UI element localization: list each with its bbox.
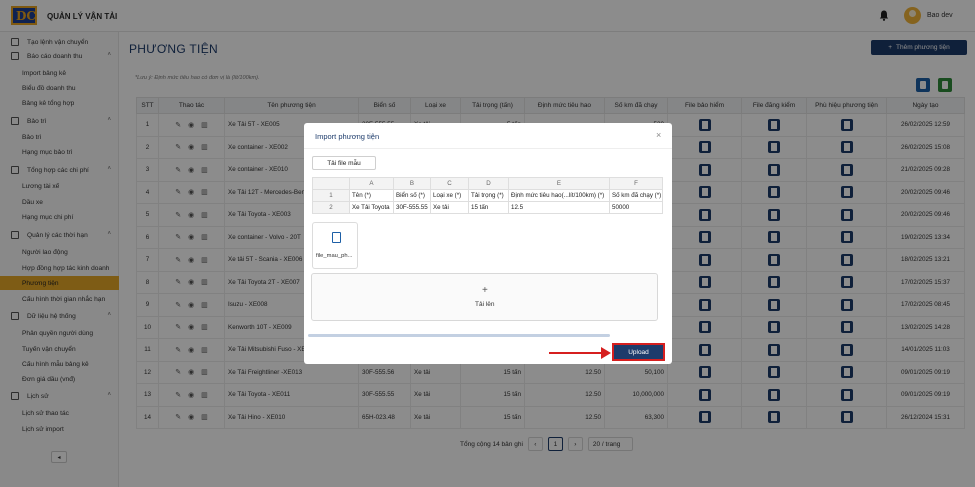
sheet-cell: Xe Tải Toyota xyxy=(349,201,394,214)
plus-icon: + xyxy=(482,285,488,296)
template-file-name: file_mau_ph... xyxy=(316,253,353,259)
template-file-card[interactable]: file_mau_ph... xyxy=(312,222,358,269)
modal-title: Import phương tiện xyxy=(315,132,380,141)
upload-dropzone[interactable]: + Tải lên xyxy=(311,273,658,321)
sheet-cell: 50000 xyxy=(609,201,663,214)
sheet-cell: Định mức tiêu hao(...lít/100km) (*) xyxy=(508,189,610,202)
file-icon xyxy=(332,232,341,243)
dropzone-label: Tải lên xyxy=(475,301,495,308)
upload-button[interactable]: Upload xyxy=(612,343,665,361)
sheet-column-letters: ABCDEF xyxy=(312,177,663,190)
sheet-col-letter: B xyxy=(393,177,431,190)
sheet-cell: Xe tải xyxy=(430,201,469,214)
sheet-cell: 30F-555.55 xyxy=(393,201,431,214)
sheet-cell: Số km đã chạy (*) xyxy=(609,189,663,202)
import-vehicle-modal: Import phương tiện × Tải file mẫu ABCDEF… xyxy=(304,123,672,364)
annotation-arrow-head xyxy=(601,347,611,359)
sheet-row: 1 Tên (*) Biển số (*) Loại xe (*) Tải trọng … xyxy=(312,189,663,202)
sheet-col-letter: F xyxy=(609,177,663,190)
template-preview-sheet: A B C D E F 1 Tên (*) Biển số (*) Loại xe (*) Tải … xyxy=(312,177,663,214)
download-template-button[interactable]: Tải file mẫu xyxy=(312,156,376,170)
sheet-col-letter xyxy=(312,177,350,190)
annotation-arrow xyxy=(549,352,604,354)
sheet-row-number: 1 xyxy=(312,189,350,202)
upload-progress-fill xyxy=(308,334,610,337)
close-icon[interactable]: × xyxy=(656,130,661,140)
sheet-col-letter: D xyxy=(468,177,509,190)
sheet-col-letter: C xyxy=(430,177,469,190)
sheet-cell: Loại xe (*) xyxy=(430,189,469,202)
sheet-row-number: 2 xyxy=(312,201,350,214)
sheet-cell: Tên (*) xyxy=(349,189,394,202)
sheet-cell: Tải trọng (*) xyxy=(468,189,509,202)
sheet-col-letter: E xyxy=(508,177,610,190)
sheet-col-letter: A xyxy=(349,177,394,190)
sheet-cell: 15 tấn xyxy=(468,201,509,214)
sheet-row: 2 Xe Tải Toyota 30F-555.55 Xe tải 15 tấn 12.5… xyxy=(312,201,663,214)
modal-divider xyxy=(304,148,672,149)
upload-progress-bar xyxy=(308,334,610,337)
sheet-cell: 12.5 xyxy=(508,201,610,214)
sheet-cell: Biển số (*) xyxy=(393,189,431,202)
